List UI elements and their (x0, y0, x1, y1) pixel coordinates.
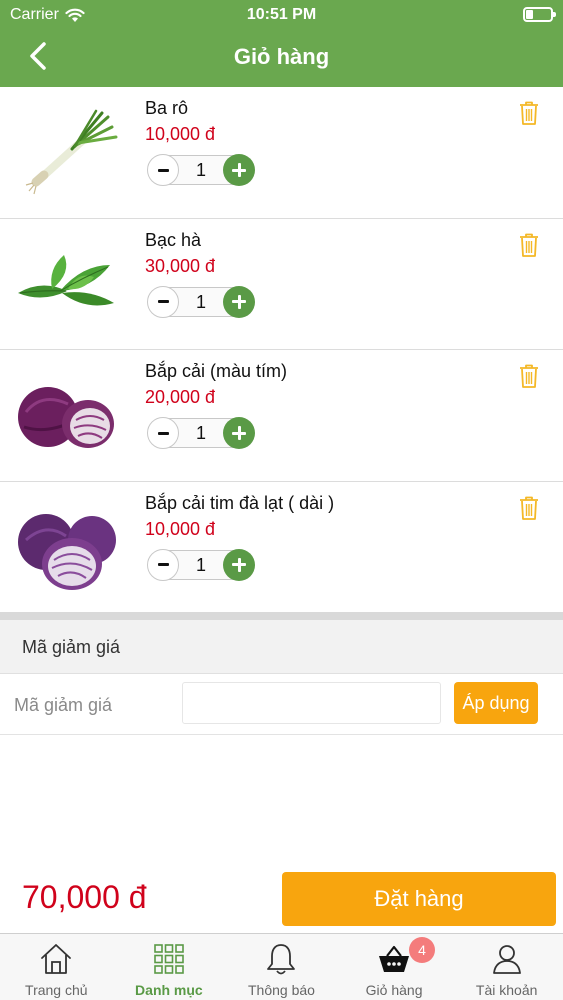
basket-icon (379, 945, 410, 972)
cart-list: Ba rô 10,000 đ 1 Bạc hà 30,000 đ 1 Bắp c… (0, 87, 563, 613)
tab-label: Trang chủ (25, 982, 88, 998)
increase-button[interactable] (223, 154, 255, 186)
grid-icon (154, 944, 184, 974)
tab-home[interactable]: Trang chủ (0, 934, 113, 1000)
tab-categories[interactable]: Danh mục (113, 934, 226, 1000)
coupon-section-header: Mã giảm giá (0, 620, 563, 674)
quantity-stepper: 1 (147, 548, 255, 581)
cart-item: Bắp cải (màu tím) 20,000 đ 1 (0, 350, 563, 482)
increase-button[interactable] (223, 417, 255, 449)
decrease-button[interactable] (147, 285, 179, 318)
place-order-button[interactable]: Đặt hàng (282, 872, 556, 926)
quantity-stepper: 1 (147, 154, 255, 186)
tab-label: Danh mục (135, 982, 203, 998)
item-name: Bắp cải (màu tím) (145, 361, 288, 381)
app-header: Carrier 10:51 PM Giỏ hàng (0, 0, 563, 87)
red-cabbage-long-image (18, 513, 116, 590)
tab-label: Thông báo (248, 982, 315, 998)
increase-button[interactable] (223, 548, 255, 581)
cart-item: Bắp cải tim đà lạt ( dài ) 10,000 đ 1 (0, 481, 563, 613)
status-bar: Carrier 10:51 PM (0, 0, 563, 30)
coupon-row: Mã giảm giá Áp dụng (0, 674, 563, 735)
coupon-section-title: Mã giảm giá (22, 637, 121, 657)
user-icon (492, 945, 521, 974)
tab-notifications[interactable]: Thông báo (225, 934, 338, 1000)
coupon-input[interactable] (182, 682, 441, 724)
total-price: 70,000 đ (22, 879, 147, 915)
tab-label: Giỏ hàng (365, 982, 423, 998)
nav-bar: Giỏ hàng (0, 30, 563, 87)
tab-bar: Trang chủ Danh mục Thông báo Giỏ hàng Tà… (0, 933, 563, 1000)
item-price: 10,000 đ (145, 124, 216, 144)
item-name: Ba rô (145, 98, 189, 118)
item-price: 10,000 đ (145, 518, 216, 539)
apply-coupon-button[interactable]: Áp dụng (454, 682, 538, 724)
item-price: 20,000 đ (145, 387, 216, 407)
trash-icon[interactable] (518, 363, 540, 389)
coupon-label: Mã giảm giá (14, 695, 113, 715)
item-name: Bắp cải tim đà lạt ( dài ) (145, 492, 335, 513)
home-icon (41, 944, 72, 974)
increase-button[interactable] (223, 285, 255, 318)
cart-item: Bạc hà 30,000 đ 1 (0, 218, 563, 350)
trash-icon[interactable] (518, 495, 540, 521)
trash-icon[interactable] (518, 232, 540, 258)
quantity-value: 1 (195, 554, 206, 575)
quantity-value: 1 (195, 160, 206, 180)
trash-icon[interactable] (518, 100, 540, 126)
red-cabbage-image (18, 387, 114, 448)
bell-icon (267, 944, 296, 975)
cart-count-badge: 4 (409, 937, 435, 963)
cart-item: Ba rô 10,000 đ 1 (0, 87, 563, 219)
decrease-button[interactable] (147, 548, 179, 581)
status-time: 10:51 PM (246, 6, 317, 23)
item-price: 30,000 đ (145, 255, 216, 276)
quantity-stepper: 1 (147, 285, 255, 318)
tab-account[interactable]: Tài khoản (450, 934, 563, 1000)
mint-image (18, 254, 114, 305)
item-name: Bạc hà (145, 229, 202, 250)
tab-label: Tài khoản (475, 982, 538, 998)
quantity-value: 1 (195, 291, 206, 312)
battery-icon (523, 7, 556, 22)
leek-image (25, 109, 118, 195)
decrease-button[interactable] (147, 417, 179, 449)
quantity-value: 1 (195, 423, 206, 443)
quantity-stepper: 1 (147, 417, 255, 449)
decrease-button[interactable] (147, 154, 179, 186)
page-title: Giỏ hàng (233, 44, 330, 69)
section-divider (0, 612, 563, 620)
